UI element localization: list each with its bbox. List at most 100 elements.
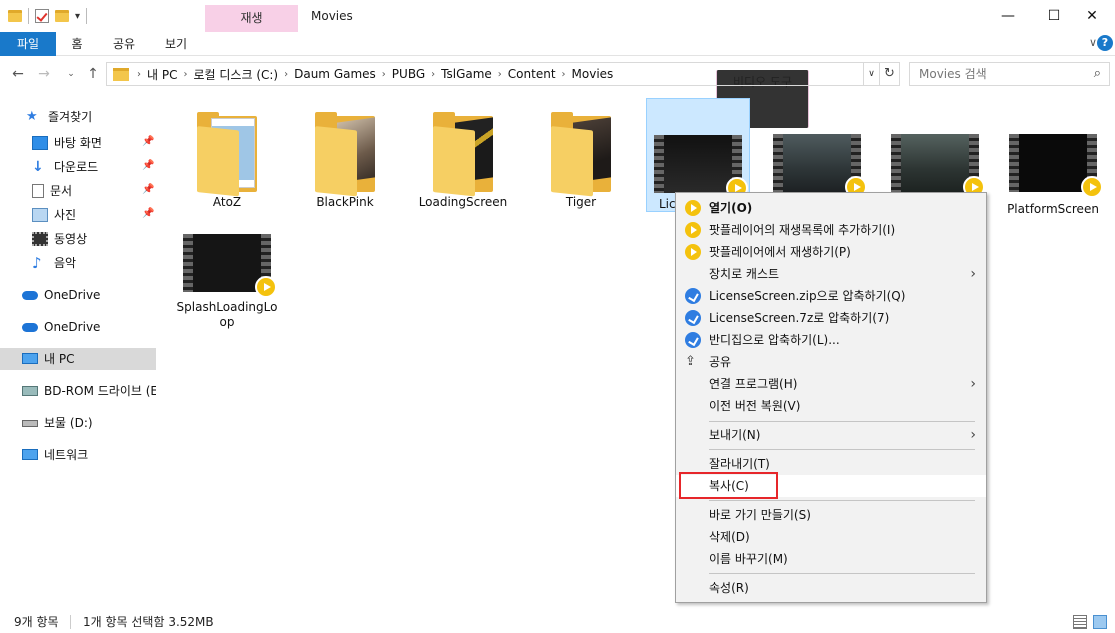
- pin-icon[interactable]: 📌: [142, 184, 154, 195]
- tab-view[interactable]: 보기: [156, 32, 196, 56]
- menu-item-send-to[interactable]: 보내기(N) ›: [676, 424, 986, 446]
- details-view-icon[interactable]: [1073, 615, 1087, 629]
- large-icons-view-icon[interactable]: [1093, 615, 1107, 629]
- network-icon: [22, 449, 38, 460]
- pin-icon[interactable]: 📌: [142, 136, 154, 147]
- menu-item-compress-bandizip[interactable]: 반디집으로 압축하기(L)...: [676, 329, 986, 351]
- sidebar-item-documents[interactable]: 문서: [32, 180, 156, 202]
- minimize-button[interactable]: —: [985, 0, 1031, 32]
- menu-item-add-to-playlist[interactable]: 팟플레이어의 재생목록에 추가하기(I): [676, 219, 986, 241]
- context-menu: 열기(O) 팟플레이어의 재생목록에 추가하기(I) 팟플레이어에서 재생하기(…: [675, 192, 987, 603]
- menu-item-compress-7z[interactable]: LicenseScreen.7z로 압축하기(7): [676, 307, 986, 329]
- menu-item-compress-zip[interactable]: LicenseScreen.zip으로 압축하기(Q): [676, 285, 986, 307]
- drive-icon: [22, 420, 38, 427]
- sidebar-item-onedrive-1[interactable]: OneDrive: [22, 284, 156, 306]
- pin-icon[interactable]: 📌: [142, 160, 154, 171]
- pictures-icon: [32, 207, 48, 222]
- ribbon-collapse-icon[interactable]: ∨: [1089, 36, 1097, 49]
- sidebar-item-label: 내 PC: [44, 352, 75, 366]
- recent-locations-icon[interactable]: ⌄: [62, 64, 80, 84]
- video-thumbnail: [1009, 134, 1103, 198]
- toolbar-divider: [28, 8, 29, 24]
- status-bar: 9개 항목 1개 항목 선택함 3.52MB: [0, 611, 1115, 633]
- help-icon[interactable]: ?: [1097, 35, 1113, 51]
- breadcrumb-daum-games[interactable]: Daum Games: [294, 67, 376, 81]
- breadcrumb-my-pc[interactable]: 내 PC: [147, 66, 177, 83]
- breadcrumb-tslgame[interactable]: TslGame: [441, 67, 492, 81]
- sidebar-item-label: 네트워크: [44, 448, 89, 462]
- window-title: Movies: [311, 9, 353, 23]
- menu-item-delete[interactable]: 삭제(D): [676, 526, 986, 548]
- breadcrumb-movies[interactable]: Movies: [572, 67, 614, 81]
- sidebar-item-onedrive-2[interactable]: OneDrive: [22, 316, 156, 338]
- breadcrumb-pubg[interactable]: PUBG: [392, 67, 425, 81]
- chevron-right-icon: ›: [970, 266, 976, 282]
- sidebar-item-network[interactable]: 네트워크: [22, 444, 156, 466]
- sidebar-item-videos[interactable]: 동영상: [32, 228, 156, 250]
- title-bar: ▾ 재생 Movies — ☐ ✕: [0, 0, 1115, 32]
- file-item-blackpink[interactable]: BlackPink: [293, 104, 397, 214]
- menu-item-properties[interactable]: 속성(R): [676, 577, 986, 599]
- close-button[interactable]: ✕: [1069, 0, 1115, 32]
- breadcrumb-content[interactable]: Content: [508, 67, 556, 81]
- item-count: 9개 항목: [14, 615, 59, 629]
- search-icon: ⌕: [1093, 66, 1101, 81]
- file-item-atoz[interactable]: AtoZ: [175, 104, 279, 214]
- sidebar-item-label: OneDrive: [44, 288, 101, 302]
- file-item-splashloadingloop[interactable]: SplashLoadingLoop: [175, 232, 279, 329]
- address-dropdown-icon[interactable]: ∨: [864, 62, 880, 86]
- tab-file[interactable]: 파일: [0, 32, 56, 56]
- address-bar[interactable]: › 내 PC › 로컬 디스크 (C:) › Daum Games › PUBG…: [106, 62, 864, 86]
- sidebar-item-quick-access[interactable]: ★ 즐겨찾기: [26, 106, 156, 128]
- forward-arrow-icon[interactable]: →: [35, 64, 53, 84]
- search-input[interactable]: Movies 검색 ⌕: [909, 62, 1110, 86]
- file-item-video-7[interactable]: [883, 98, 987, 198]
- tab-home[interactable]: 홈: [62, 32, 92, 56]
- sidebar-item-music[interactable]: ♪ 음악: [32, 252, 156, 274]
- file-name: BlackPink: [316, 195, 374, 209]
- sidebar-item-desktop[interactable]: 바탕 화면: [32, 132, 156, 154]
- navigation-bar: ← → ⌄ ↑ › 내 PC › 로컬 디스크 (C:) › Daum Game…: [0, 62, 1115, 86]
- menu-divider: [709, 421, 975, 422]
- chevron-right-icon: ›: [497, 68, 502, 80]
- breadcrumb-local-disk[interactable]: 로컬 디스크 (C:): [193, 66, 278, 83]
- menu-item-cast-to-device[interactable]: 장치로 캐스트 ›: [676, 263, 986, 285]
- tab-share[interactable]: 공유: [104, 32, 144, 56]
- video-thumbnail: [773, 134, 867, 198]
- refresh-icon[interactable]: ↻: [880, 62, 900, 86]
- menu-item-label: 팟플레이어에서 재생하기(P): [709, 245, 851, 259]
- pin-icon[interactable]: 📌: [142, 208, 154, 219]
- menu-item-share[interactable]: ⇪ 공유: [676, 351, 986, 373]
- menu-item-label: 바로 가기 만들기(S): [709, 508, 811, 522]
- menu-item-label: 장치로 캐스트: [709, 267, 780, 281]
- potplayer-icon: [685, 200, 701, 216]
- menu-item-open-with[interactable]: 연결 프로그램(H) ›: [676, 373, 986, 395]
- sidebar-item-bd-rom[interactable]: BD-ROM 드라이브 (E: [22, 380, 156, 402]
- videos-icon: [32, 231, 48, 246]
- menu-item-restore-previous[interactable]: 이전 버전 복원(V): [676, 395, 986, 417]
- customize-toolbar-icon[interactable]: ▾: [75, 11, 80, 22]
- file-item-loadingscreen[interactable]: LoadingScreen: [411, 104, 515, 214]
- menu-item-create-shortcut[interactable]: 바로 가기 만들기(S): [676, 504, 986, 526]
- menu-item-label: 이름 바꾸기(M): [709, 552, 788, 566]
- menu-item-label: 이전 버전 복원(V): [709, 399, 801, 413]
- properties-icon[interactable]: [35, 9, 49, 23]
- file-item-video-6[interactable]: [765, 98, 869, 198]
- file-item-tiger[interactable]: Tiger: [529, 104, 633, 214]
- new-folder-icon[interactable]: [55, 10, 69, 22]
- sidebar-item-drive-d[interactable]: 보물 (D:): [22, 412, 156, 434]
- sidebar-item-pictures[interactable]: 사진: [32, 204, 156, 226]
- potplayer-icon: [685, 244, 701, 260]
- menu-item-open[interactable]: 열기(O): [676, 197, 986, 219]
- sidebar-item-downloads[interactable]: ↓ 다운로드: [32, 156, 156, 178]
- sidebar-item-label: 보물 (D:): [44, 416, 93, 430]
- file-item-platformscreen[interactable]: PlatformScreen: [1001, 98, 1105, 216]
- contextual-tab-header: 재생: [205, 5, 298, 32]
- up-arrow-icon[interactable]: ↑: [84, 64, 102, 84]
- menu-item-play-in-potplayer[interactable]: 팟플레이어에서 재생하기(P): [676, 241, 986, 263]
- folder-icon[interactable]: [8, 10, 22, 22]
- back-arrow-icon[interactable]: ←: [9, 64, 27, 84]
- chevron-right-icon: ›: [970, 376, 976, 392]
- menu-item-rename[interactable]: 이름 바꾸기(M): [676, 548, 986, 570]
- sidebar-item-my-pc[interactable]: 내 PC: [0, 348, 156, 370]
